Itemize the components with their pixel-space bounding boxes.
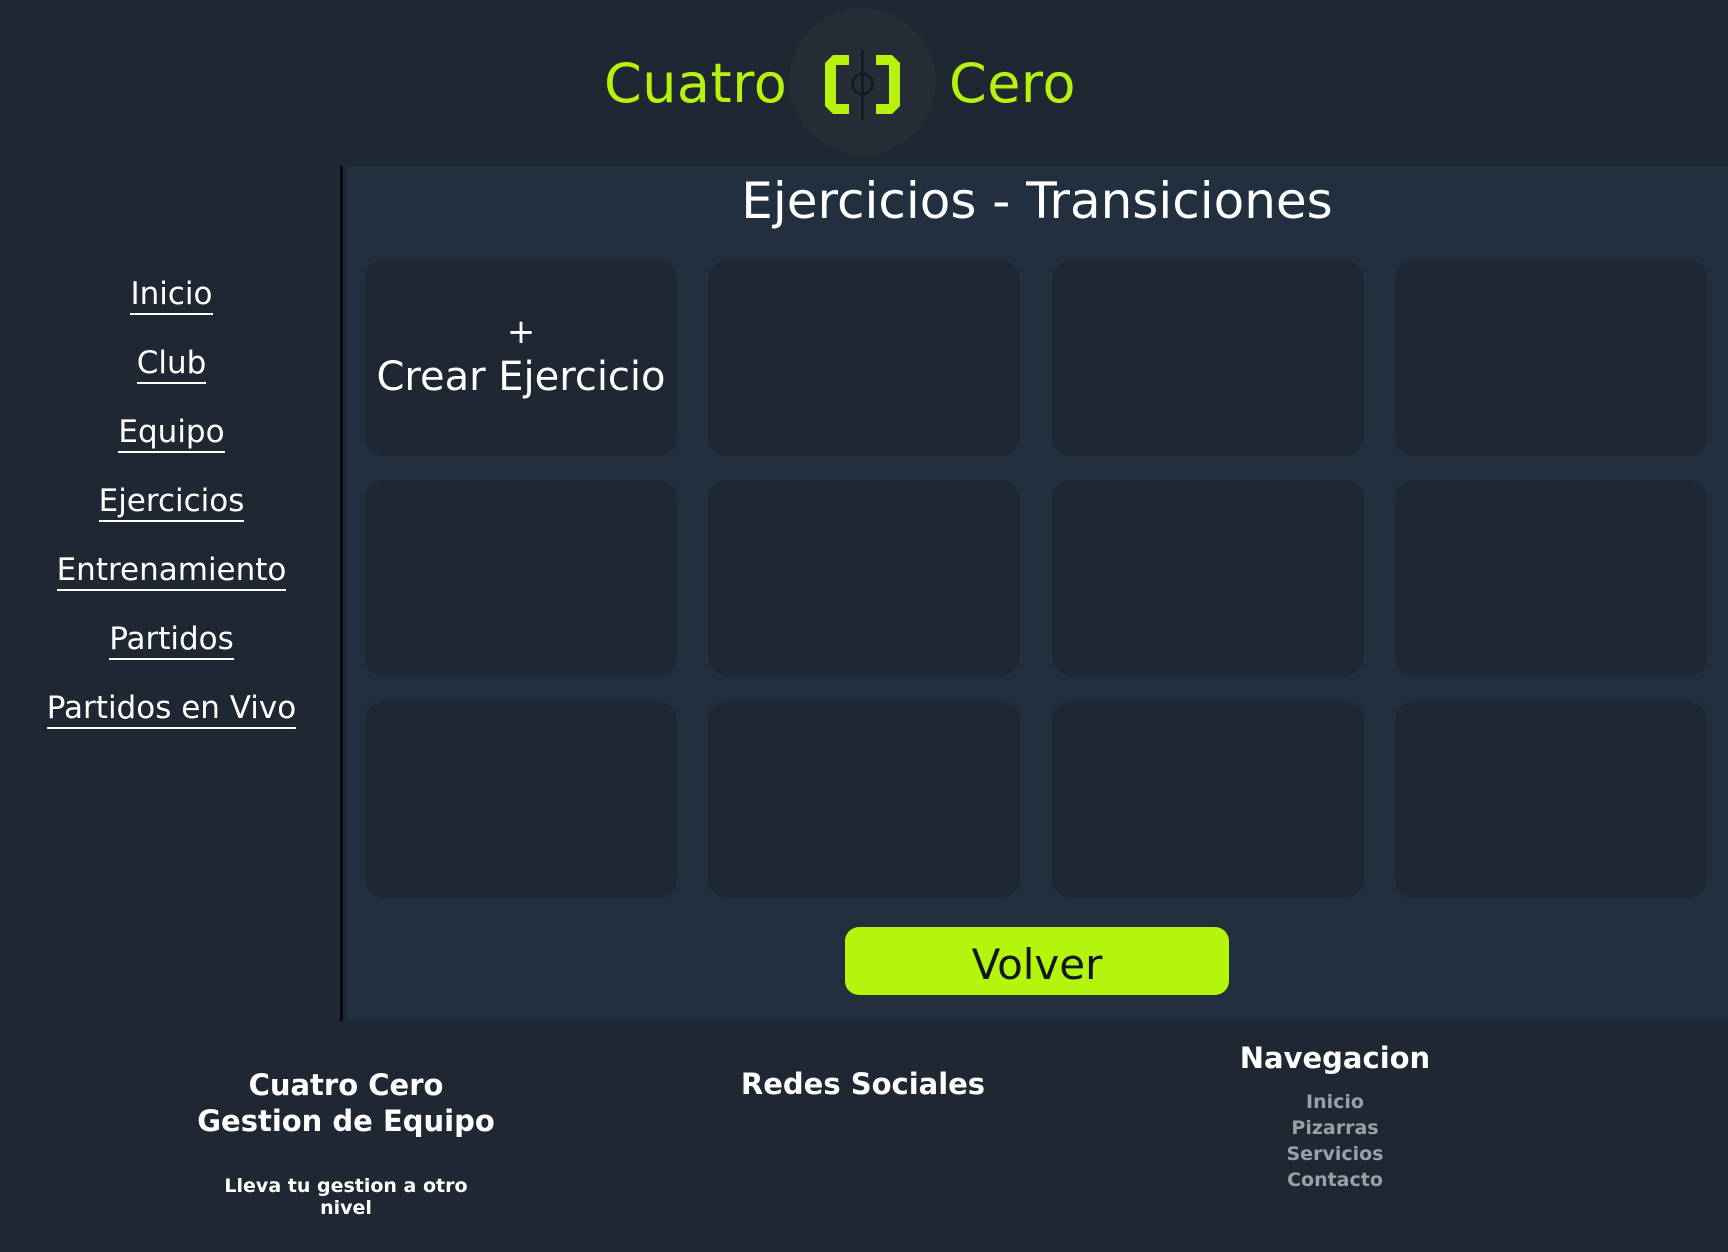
exercise-card[interactable] [365, 480, 677, 677]
brand-name-left: Cuatro [604, 52, 788, 115]
create-exercise-card[interactable]: + Crear Ejercicio [365, 259, 677, 456]
footer-brand: Cuatro Cero Gestion de Equipo Lleva tu g… [196, 1067, 496, 1219]
footer-navigation: Navegacion Inicio Pizarras Servicios Con… [1185, 1041, 1485, 1193]
exercise-card[interactable] [1395, 701, 1707, 898]
sidebar-item-label: Partidos en Vivo [46, 691, 297, 729]
footer-social-title: Redes Sociales [740, 1067, 986, 1101]
sidebar-item-partidos-en-vivo[interactable]: Partidos en Vivo [0, 690, 343, 729]
exercise-card[interactable] [1395, 259, 1707, 456]
sidebar-item-label: Inicio [130, 277, 213, 315]
footer-link-contacto[interactable]: Contacto [1185, 1167, 1485, 1193]
footer-link-pizarras[interactable]: Pizarras [1185, 1115, 1485, 1141]
exercise-card[interactable] [1052, 701, 1364, 898]
sidebar: Inicio Club Equipo Ejercicios Entrenamie… [0, 166, 343, 1021]
exercise-card[interactable] [1395, 480, 1707, 677]
sidebar-item-label: Equipo [118, 415, 225, 453]
sidebar-item-ejercicios[interactable]: Ejercicios [0, 483, 343, 522]
footer-tagline: Lleva tu gestion a otro nivel [224, 1175, 468, 1219]
header: Cuatro Cero [0, 0, 1728, 166]
footer-brand-name: Cuatro Cero [248, 1068, 444, 1102]
exercise-card[interactable] [708, 480, 1020, 677]
sidebar-item-inicio[interactable]: Inicio [0, 276, 343, 315]
footer-link-servicios[interactable]: Servicios [1185, 1141, 1485, 1167]
exercise-card[interactable] [365, 701, 677, 898]
footer-link-inicio[interactable]: Inicio [1185, 1089, 1485, 1115]
volver-button[interactable]: Volver [845, 927, 1229, 995]
exercise-card[interactable] [708, 259, 1020, 456]
sidebar-item-label: Ejercicios [98, 484, 245, 522]
sidebar-item-club[interactable]: Club [0, 345, 343, 384]
sidebar-item-label: Partidos [109, 622, 234, 660]
footer-nav-title: Navegacion [1239, 1041, 1431, 1075]
main-content: Ejercicios - Transiciones + Crear Ejerci… [346, 166, 1728, 1021]
footer-brand-subtitle: Gestion de Equipo [197, 1104, 495, 1138]
exercise-card[interactable] [708, 701, 1020, 898]
sidebar-item-equipo[interactable]: Equipo [0, 414, 343, 453]
page-title: Ejercicios - Transiciones [741, 172, 1333, 230]
cuatro-cero-logo-icon[interactable] [789, 8, 936, 155]
brand-name-right: Cero [949, 52, 1076, 115]
sidebar-item-partidos[interactable]: Partidos [0, 621, 343, 660]
sidebar-item-label: Entrenamiento [56, 553, 287, 591]
exercise-card[interactable] [1052, 259, 1364, 456]
create-exercise-label: Crear Ejercicio [376, 353, 666, 400]
sidebar-item-entrenamiento[interactable]: Entrenamiento [0, 552, 343, 591]
plus-icon: + [506, 311, 536, 352]
sidebar-item-label: Club [136, 346, 207, 384]
brand: Cuatro Cero [0, 0, 1728, 166]
exercise-card[interactable] [1052, 480, 1364, 677]
footer: Cuatro Cero Gestion de Equipo Lleva tu g… [0, 1021, 1728, 1252]
